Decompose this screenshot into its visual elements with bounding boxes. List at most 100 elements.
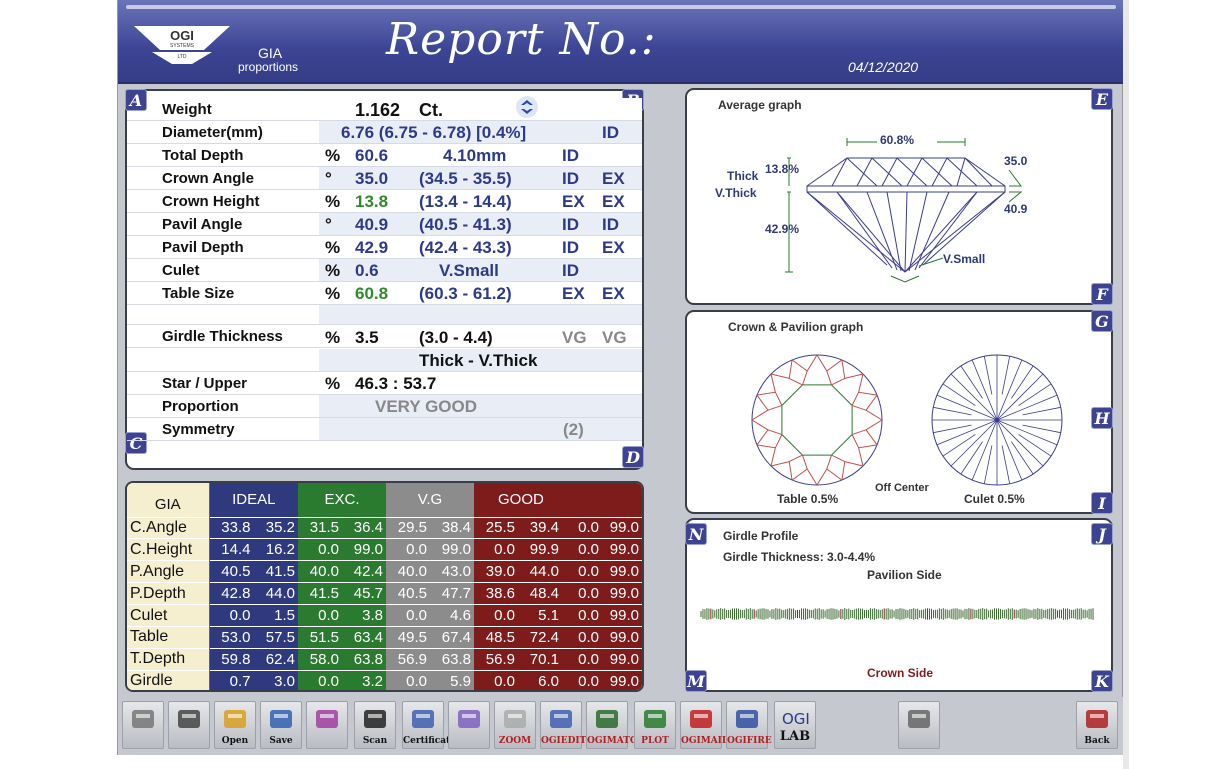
gia-cell: 0.0 [386,538,430,561]
ogimatch-button[interactable]: OGIMATCH [586,701,646,749]
crown-angle-row: Crown Angle ° 35.0 (34.5 - 35.5) ID EX [127,167,642,190]
girdle-value: 3.5 [355,328,379,347]
star-upper-row: Star / Upper % 46.3 : 53.7 [127,372,642,395]
gia-cell: 40.0 [386,560,430,583]
avg-girdle-thick: Thick [727,169,759,183]
girdle-label: Girdle Thickness [162,328,283,345]
ogilab-button[interactable]: OGI LAB [774,701,816,749]
3d-view-icon [454,706,484,732]
gia-cell: 0.0 [209,604,254,627]
corner-m-button[interactable]: M [685,670,707,692]
gia-grading-table: GIA IDEAL EXC. V.G GOOD C.Angle 33.8 35.2 3… [127,483,642,690]
gia-cell: 45.7 [342,582,386,605]
pavil-angle-grade2: ID [602,215,619,234]
diameter-row: Diameter(mm) 6.76 (6.75 - 6.78) [0.4%] ID [127,121,642,144]
table-size-grade2: EX [602,284,625,303]
girdle-profile-panel: N J M K Girdle Profile Girdle Thickness:… [685,518,1113,692]
3d-button[interactable] [448,701,490,749]
pavil-depth-row: Pavil Depth % 42.9 (42.4 - 43.3) ID EX [127,236,642,259]
zoom-label: ZOOM [498,736,532,746]
gia-cell: 0.0 [562,625,602,649]
gia-cell: 0.0 [298,604,342,627]
gia-cell: 0.7 [209,669,254,690]
avg-pavil-angle: 40.9 [1004,202,1028,216]
very-good-header: V.G [386,483,474,517]
crown-pavilion-graph-panel: G H I Crown & Pavilion graph Table 0.5% … [685,310,1113,514]
total-depth-label: Total Depth [162,147,244,164]
proportion-row: Proportion VERY GOOD [127,395,642,418]
corner-d-button[interactable]: D [622,446,644,468]
gia-cell: 63.8 [342,647,386,671]
scan-button[interactable]: Scan [354,701,396,749]
culet-grade: ID [562,261,579,280]
gia-cell: 41.5 [298,582,342,605]
gia-cell: 38.4 [430,516,474,539]
bmp-button[interactable] [306,701,348,749]
gia-cell: 63.8 [430,647,474,671]
bottom-toolbar: Open Save Scan Certificate ZOOM OGIEDIT OGIMAT… [118,697,1124,755]
gia-cell: 0.0 [386,669,430,690]
open-button[interactable]: Open [214,701,256,749]
back-label: Back [1084,736,1110,746]
hand-button[interactable] [898,701,940,749]
weight-spinner-icon[interactable] [515,95,539,119]
ogiedit-button[interactable]: OGIEDIT [540,701,586,749]
gia-cell: 0.0 [562,516,602,539]
pavilion-side-label: Pavilion Side [867,568,942,582]
girdle-range: (3.0 - 4.4) [419,328,493,347]
gia-cell: 49.5 [386,625,430,649]
crown-height-unit: % [325,192,341,211]
certificate-label: Certificate [403,736,456,746]
crown-angle-grade1: ID [562,169,579,188]
total-depth-mm: 4.10mm [443,146,507,165]
gia-cell: 0.0 [562,560,602,583]
gia-cell: 43.0 [430,560,474,583]
gia-row-cangle: C.Angle 33.8 35.2 31.5 36.4 29.5 38.4 25.5 39.4 0… [127,516,642,539]
gia-cell: 33.8 [209,516,254,539]
weight-value: 1.162 [355,100,401,120]
gia-cell: 99.0 [602,538,642,561]
table-size-row: Table Size % 60.8 (60.3 - 61.2) EX EX [127,282,642,305]
gia-row-label: C.Angle [127,516,210,539]
exit-door-icon [1082,706,1112,732]
zoom-button[interactable]: ZOOM [494,701,536,749]
back-button[interactable]: Back [1076,701,1118,749]
gia-cell: 0.0 [474,538,518,561]
total-depth-unit: % [325,146,341,165]
report-title: Report No.: [386,14,657,65]
pavilion-view-diagram [931,354,1063,486]
gia-cell: 42.8 [209,582,254,605]
crown-angle-grade2: EX [602,169,625,188]
logo-ltd-text: LTD [177,54,186,60]
gia-cell: 5.1 [518,604,562,627]
ogi-report-window: OGI SYSTEMS LTD GIA proportions Report N… [117,0,1124,755]
save-button[interactable]: Save [260,701,302,749]
certificate-book-icon [408,706,438,732]
pavil-depth-label: Pavil Depth [162,239,244,256]
crown-angle-label: Crown Angle [162,170,254,187]
crown-side-label: Crown Side [867,666,934,680]
gia-cell: 56.9 [386,647,430,671]
cp-culet-offset: Culet 0.5% [964,492,1025,506]
gia-cell: 0.0 [562,604,602,627]
report-date: 04/12/2020 [848,59,919,75]
mouse-button[interactable] [168,701,210,749]
crown-height-range: (13.4 - 14.4) [419,192,512,211]
bmp-pencil-icon [312,706,342,732]
pavil-angle-range: (40.5 - 41.3) [419,215,512,234]
gia-cell: 59.8 [209,647,254,671]
camera-scan-icon [360,706,390,732]
print-button[interactable] [122,701,164,749]
weight-unit: Ct. [419,100,443,120]
corner-n-button[interactable]: N [685,523,707,545]
crown-height-label: Crown Height [162,193,260,210]
gia-row-table: Table 53.0 57.5 51.5 63.4 49.5 67.4 48.5 72.4 0.0… [127,625,642,649]
corner-k-button[interactable]: K [1091,670,1113,692]
ogimail-button[interactable]: OGIMAIL [680,701,728,749]
plot-button[interactable]: PLOT [634,701,676,749]
ogifire-button[interactable]: OGIFIRE [726,701,772,749]
certificate-button[interactable]: Certificate [402,701,456,749]
gia-cell: 5.9 [430,669,474,690]
girdle-desc-row: Thick - V.Thick [127,349,642,372]
corner-j-button[interactable]: J [1091,523,1113,545]
